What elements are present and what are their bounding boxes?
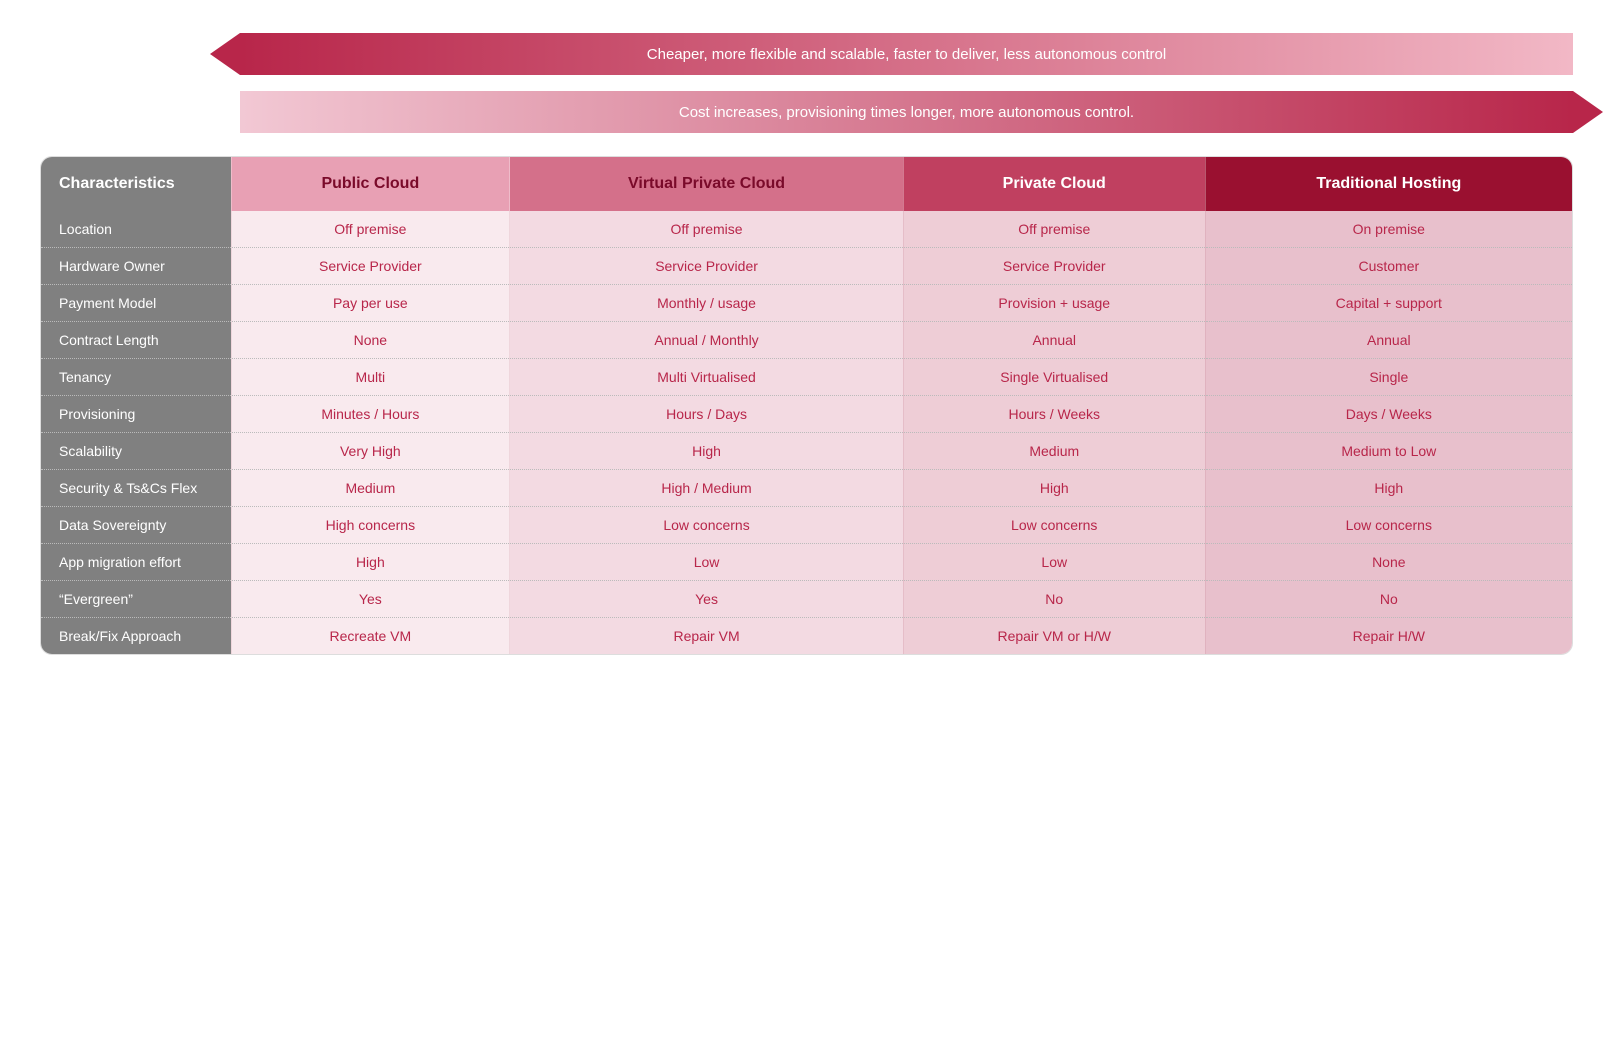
th-characteristics: Characteristics: [41, 157, 231, 211]
td-col2-row5: Hours / Days: [510, 396, 904, 433]
table-row: Contract LengthNoneAnnual / MonthlyAnnua…: [41, 322, 1572, 359]
td-col3-row2: Provision + usage: [903, 285, 1205, 322]
td-col4-row0: On premise: [1205, 211, 1572, 248]
th-traditional-hosting: Traditional Hosting: [1205, 157, 1572, 211]
td-characteristics: App migration effort: [41, 544, 231, 581]
td-col1-row11: Recreate VM: [231, 618, 510, 655]
td-col4-row8: Low concerns: [1205, 507, 1572, 544]
td-col2-row6: High: [510, 433, 904, 470]
td-col3-row5: Hours / Weeks: [903, 396, 1205, 433]
arrow-left-row: Cheaper, more flexible and scalable, fas…: [240, 30, 1573, 78]
td-col3-row4: Single Virtualised: [903, 359, 1205, 396]
td-characteristics: Location: [41, 211, 231, 248]
table-row: ProvisioningMinutes / HoursHours / DaysH…: [41, 396, 1572, 433]
td-characteristics: Provisioning: [41, 396, 231, 433]
td-col3-row11: Repair VM or H/W: [903, 618, 1205, 655]
arrows-container: Cheaper, more flexible and scalable, fas…: [40, 30, 1573, 136]
td-col1-row1: Service Provider: [231, 248, 510, 285]
td-col4-row9: None: [1205, 544, 1572, 581]
td-col2-row7: High / Medium: [510, 470, 904, 507]
td-characteristics: Contract Length: [41, 322, 231, 359]
td-col4-row1: Customer: [1205, 248, 1572, 285]
th-virtual-private-cloud: Virtual Private Cloud: [510, 157, 904, 211]
td-characteristics: Tenancy: [41, 359, 231, 396]
td-col4-row5: Days / Weeks: [1205, 396, 1572, 433]
td-col4-row11: Repair H/W: [1205, 618, 1572, 655]
comparison-table: Characteristics Public Cloud Virtual Pri…: [41, 157, 1572, 654]
td-col2-row4: Multi Virtualised: [510, 359, 904, 396]
table-row: Payment ModelPay per useMonthly / usageP…: [41, 285, 1572, 322]
arrow-right: Cost increases, provisioning times longe…: [240, 91, 1573, 133]
arrow-right-text: Cost increases, provisioning times longe…: [679, 104, 1134, 121]
td-characteristics: Data Sovereignty: [41, 507, 231, 544]
td-col4-row7: High: [1205, 470, 1572, 507]
td-col2-row8: Low concerns: [510, 507, 904, 544]
td-characteristics: Hardware Owner: [41, 248, 231, 285]
td-col2-row1: Service Provider: [510, 248, 904, 285]
table-row: LocationOff premiseOff premiseOff premis…: [41, 211, 1572, 248]
td-col2-row0: Off premise: [510, 211, 904, 248]
td-col4-row4: Single: [1205, 359, 1572, 396]
table-header-row: Characteristics Public Cloud Virtual Pri…: [41, 157, 1572, 211]
td-col3-row6: Medium: [903, 433, 1205, 470]
table-row: App migration effortHighLowLowNone: [41, 544, 1572, 581]
td-col1-row6: Very High: [231, 433, 510, 470]
th-public-cloud: Public Cloud: [231, 157, 510, 211]
td-characteristics: Scalability: [41, 433, 231, 470]
td-col1-row10: Yes: [231, 581, 510, 618]
td-col3-row7: High: [903, 470, 1205, 507]
td-col3-row9: Low: [903, 544, 1205, 581]
td-col1-row0: Off premise: [231, 211, 510, 248]
table-row: Break/Fix ApproachRecreate VMRepair VMRe…: [41, 618, 1572, 655]
td-col4-row6: Medium to Low: [1205, 433, 1572, 470]
td-col1-row4: Multi: [231, 359, 510, 396]
td-col2-row2: Monthly / usage: [510, 285, 904, 322]
table-row: Hardware OwnerService ProviderService Pr…: [41, 248, 1572, 285]
table-row: TenancyMultiMulti VirtualisedSingle Virt…: [41, 359, 1572, 396]
td-characteristics: Payment Model: [41, 285, 231, 322]
td-col2-row9: Low: [510, 544, 904, 581]
arrow-right-row: Cost increases, provisioning times longe…: [240, 88, 1573, 136]
td-col3-row0: Off premise: [903, 211, 1205, 248]
table-row: Data SovereigntyHigh concernsLow concern…: [41, 507, 1572, 544]
table-row: Security & Ts&Cs FlexMediumHigh / Medium…: [41, 470, 1572, 507]
td-characteristics: Break/Fix Approach: [41, 618, 231, 655]
td-col1-row8: High concerns: [231, 507, 510, 544]
td-col2-row3: Annual / Monthly: [510, 322, 904, 359]
td-characteristics: Security & Ts&Cs Flex: [41, 470, 231, 507]
td-col3-row10: No: [903, 581, 1205, 618]
td-col4-row10: No: [1205, 581, 1572, 618]
td-col1-row3: None: [231, 322, 510, 359]
comparison-table-wrapper: Characteristics Public Cloud Virtual Pri…: [40, 156, 1573, 655]
table-row: ScalabilityVery HighHighMediumMedium to …: [41, 433, 1572, 470]
td-col1-row5: Minutes / Hours: [231, 396, 510, 433]
td-col2-row11: Repair VM: [510, 618, 904, 655]
table-body: LocationOff premiseOff premiseOff premis…: [41, 211, 1572, 654]
td-col1-row9: High: [231, 544, 510, 581]
td-col1-row2: Pay per use: [231, 285, 510, 322]
td-col3-row1: Service Provider: [903, 248, 1205, 285]
td-col3-row3: Annual: [903, 322, 1205, 359]
td-col4-row2: Capital + support: [1205, 285, 1572, 322]
th-private-cloud: Private Cloud: [903, 157, 1205, 211]
td-characteristics: “Evergreen”: [41, 581, 231, 618]
td-col3-row8: Low concerns: [903, 507, 1205, 544]
arrow-left-text: Cheaper, more flexible and scalable, fas…: [647, 46, 1166, 63]
arrow-left: Cheaper, more flexible and scalable, fas…: [240, 33, 1573, 75]
td-col2-row10: Yes: [510, 581, 904, 618]
table-row: “Evergreen”YesYesNoNo: [41, 581, 1572, 618]
td-col1-row7: Medium: [231, 470, 510, 507]
td-col4-row3: Annual: [1205, 322, 1572, 359]
